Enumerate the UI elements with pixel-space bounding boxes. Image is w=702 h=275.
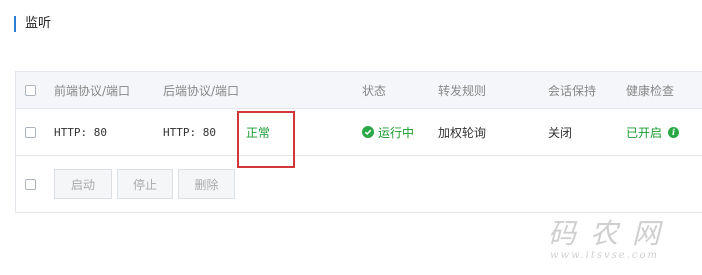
table-row[interactable]: HTTP: 80 HTTP: 80 正常 运行中 加权轮询 关闭 已开启 i	[16, 109, 702, 156]
header-session: 会话保持	[548, 83, 597, 98]
row-select-cell[interactable]	[25, 109, 36, 155]
row-checkbox[interactable]	[25, 126, 36, 138]
header-backend: 后端协议/端口	[163, 83, 240, 98]
select-all-checkbox[interactable]	[25, 84, 36, 96]
watermark-main: 码农网	[548, 217, 675, 250]
header-health: 健康检查	[626, 83, 675, 98]
action-bar: 启动 停止 删除	[16, 156, 702, 212]
table-header: 前端协议/端口 后端协议/端口 状态 转发规则 会话保持 健康检查	[16, 72, 702, 109]
session-persistence: 关闭	[548, 125, 573, 140]
info-icon[interactable]: i	[668, 126, 680, 138]
watermark: 码农网 www.itsvse.com	[548, 218, 674, 262]
bulk-select-cell[interactable]	[25, 156, 36, 212]
header-rule: 转发规则	[438, 83, 487, 98]
status-text: 运行中	[378, 125, 415, 140]
stop-button[interactable]: 停止	[117, 169, 173, 199]
section-title: 监听	[14, 16, 51, 32]
start-button[interactable]: 启动	[54, 169, 112, 199]
check-circle-icon	[362, 126, 374, 138]
forward-rule: 加权轮询	[438, 125, 487, 140]
status-cell: 运行中	[362, 109, 414, 155]
health-check-text: 已开启	[626, 125, 663, 140]
select-all-cell[interactable]	[25, 72, 36, 108]
health-check-cell: 已开启 i	[626, 109, 680, 155]
delete-button[interactable]: 删除	[178, 169, 235, 199]
backend-health-note: 正常	[246, 125, 271, 140]
listener-table: 前端协议/端口 后端协议/端口 状态 转发规则 会话保持 健康检查 HTTP: …	[15, 71, 702, 213]
header-status: 状态	[362, 83, 387, 98]
backend-port: HTTP: 80	[163, 125, 216, 139]
watermark-url: www.itsvse.com	[550, 250, 660, 261]
bulk-select-checkbox[interactable]	[25, 178, 36, 190]
frontend-port: HTTP: 80	[54, 125, 107, 139]
header-frontend: 前端协议/端口	[54, 83, 131, 98]
